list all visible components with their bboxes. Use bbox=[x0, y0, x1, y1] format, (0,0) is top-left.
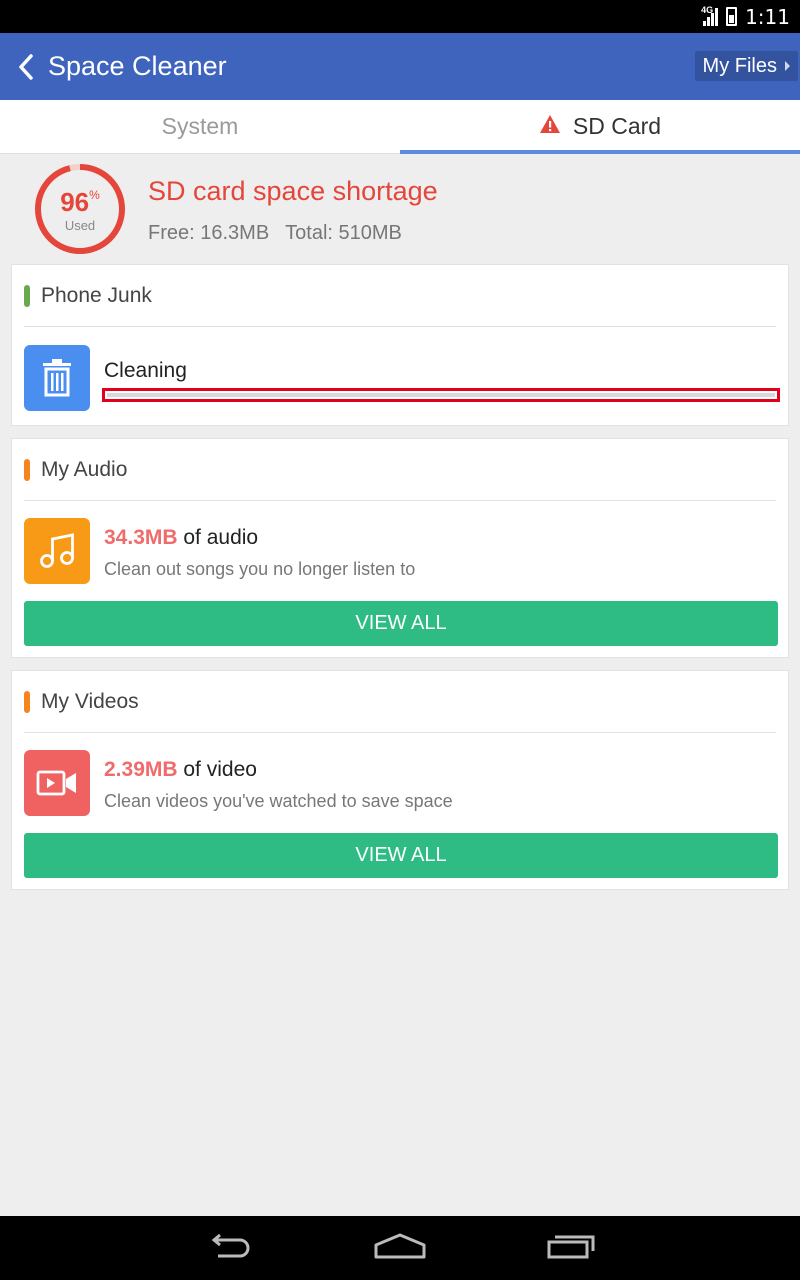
video-suffix: of video bbox=[183, 758, 257, 781]
audio-description: Clean out songs you no longer listen to bbox=[104, 559, 416, 579]
section-marker bbox=[24, 458, 30, 481]
audio-size: 34.3MB bbox=[104, 526, 178, 549]
video-description: Clean videos you've watched to save spac… bbox=[104, 791, 453, 811]
status-bar: 4G 1:11 bbox=[0, 0, 800, 33]
card-title: My Videos bbox=[41, 689, 139, 713]
audio-suffix: of audio bbox=[183, 526, 259, 549]
view-all-audio-button[interactable]: VIEW ALL bbox=[24, 601, 778, 646]
usage-percent: 96% bbox=[60, 187, 100, 217]
signal-icon: 4G bbox=[701, 4, 719, 26]
section-marker bbox=[24, 690, 30, 713]
music-note-icon bbox=[24, 518, 90, 584]
storage-summary: 96% Used SD card space shortage Free: 16… bbox=[0, 154, 800, 264]
card-header: My Videos bbox=[24, 671, 776, 733]
card-title: My Audio bbox=[41, 457, 128, 481]
back-icon bbox=[206, 1233, 252, 1263]
my-files-label: My Files bbox=[702, 54, 777, 77]
storage-details: Free: 16.3MB Total: 510MB bbox=[148, 222, 402, 245]
card-header: My Audio bbox=[24, 439, 776, 501]
warning-icon bbox=[539, 113, 561, 140]
card-title: Phone Junk bbox=[41, 283, 152, 307]
phone-junk-card: Phone Junk Cleaning bbox=[11, 264, 789, 426]
chevron-left-icon bbox=[18, 53, 34, 80]
cleaning-progress-bar bbox=[102, 388, 780, 402]
nav-recent-apps-button[interactable] bbox=[526, 1216, 616, 1280]
cleaning-progress-fill bbox=[107, 393, 775, 397]
usage-ring-label: 96% Used bbox=[33, 162, 127, 256]
battery-icon bbox=[726, 7, 738, 26]
my-audio-card: My Audio 34.3MB of audio Clean out songs… bbox=[11, 438, 789, 658]
view-all-videos-button[interactable]: VIEW ALL bbox=[24, 833, 778, 878]
app-title: Space Cleaner bbox=[48, 51, 227, 81]
usage-used-label: Used bbox=[64, 218, 96, 233]
caret-right-icon bbox=[785, 61, 790, 71]
video-size: 2.39MB bbox=[104, 758, 178, 781]
video-camera-icon bbox=[24, 750, 90, 816]
tab-system[interactable]: System bbox=[0, 100, 400, 153]
card-header: Phone Junk bbox=[24, 265, 776, 327]
navigation-bar bbox=[0, 1216, 800, 1280]
tab-sd-card-label: SD Card bbox=[572, 113, 662, 139]
nav-back-button[interactable] bbox=[184, 1216, 274, 1280]
cleaning-status: Cleaning bbox=[104, 359, 187, 382]
clock: 1:11 bbox=[745, 4, 790, 29]
trash-icon bbox=[24, 345, 90, 411]
home-icon bbox=[374, 1233, 426, 1264]
total-space: Total: 510MB bbox=[285, 222, 402, 244]
my-videos-card: My Videos 2.39MB of video Clean videos y… bbox=[11, 670, 789, 890]
nav-home-button[interactable] bbox=[355, 1216, 445, 1280]
network-type: 4G bbox=[701, 4, 714, 15]
tab-system-label: System bbox=[161, 113, 239, 139]
tab-bar: System SD Card bbox=[0, 100, 800, 154]
free-space: Free: 16.3MB bbox=[148, 222, 270, 244]
status-bar-right: 4G 1:11 bbox=[701, 0, 790, 33]
my-files-button[interactable]: My Files bbox=[694, 51, 798, 81]
audio-size-line: 34.3MB of audio bbox=[104, 526, 258, 550]
video-size-line: 2.39MB of video bbox=[104, 758, 257, 782]
storage-warning-title: SD card space shortage bbox=[148, 176, 438, 206]
tab-sd-card[interactable]: SD Card bbox=[400, 100, 800, 154]
back-button[interactable]: Space Cleaner bbox=[18, 33, 227, 100]
app-bar: Space Cleaner My Files bbox=[0, 33, 800, 100]
recent-apps-icon bbox=[547, 1233, 595, 1264]
section-marker bbox=[24, 284, 30, 307]
